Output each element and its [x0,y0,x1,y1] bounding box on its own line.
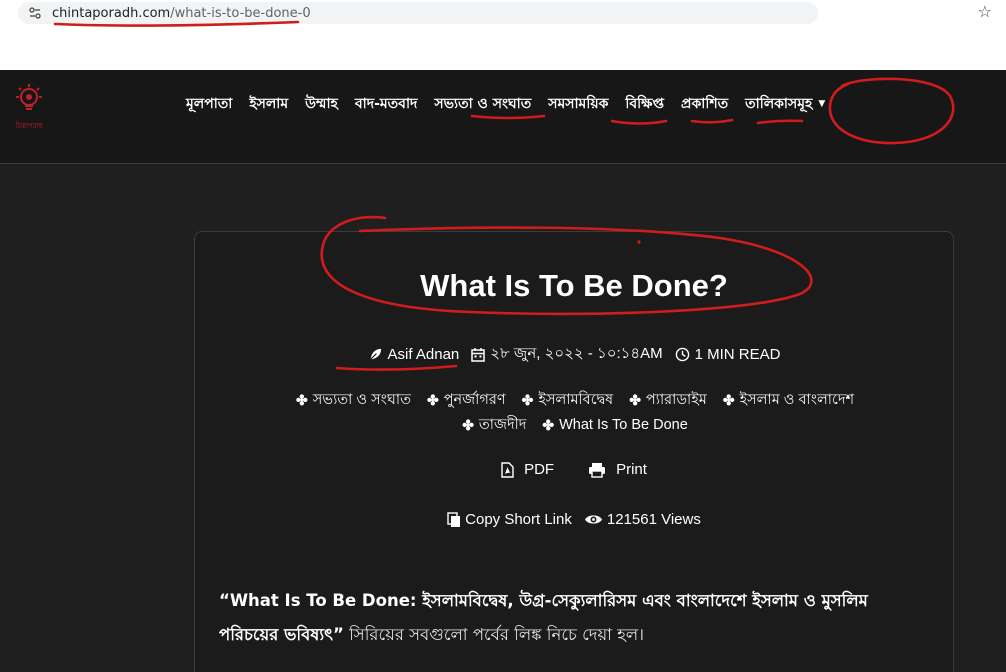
article-title: What Is To Be Done? [420,268,728,303]
logo-text: চিন্তাপরাধ [15,122,43,130]
article-meta: Asif Adnan ২৮ জুন, ২০২২ - ১০:১৪AM 1 MIN … [195,342,953,367]
address-bar[interactable]: chintaporadh.com/what-is-to-be-done-0 [18,2,818,24]
tag-label: ইসলাম ও বাংলাদেশ [739,392,855,408]
tag-link[interactable]: ✤ সভ্যতা ও সংঘাত [296,388,411,412]
excerpt-text: সিরিয়ের সবগুলো পর্বের লিঙ্ক নিচে দেয়া … [343,625,645,644]
nav-item-published[interactable]: প্রকাশিত [681,92,728,116]
lightbulb-logo-icon [16,84,42,110]
pdf-button[interactable]: PDF [501,461,554,478]
nav-item-ideologies[interactable]: বাদ-মতবাদ [355,92,418,116]
site-logo[interactable]: চিন্তাপরাধ [8,82,50,132]
pdf-label: PDF [524,461,555,478]
feather-icon [369,348,381,361]
eye-icon [584,515,602,524]
puzzle-icon: ✤ [629,392,641,408]
nav-item-contemporary[interactable]: সমসাময়িক [548,92,608,116]
nav-item-miscellaneous[interactable]: বিক্ষিপ্ত [625,92,664,116]
tag-label: সভ্যতা ও সংঘাত [312,392,411,408]
view-count: 121561 Views [584,511,701,528]
tag-label: ইসলামবিদ্বেষ [538,392,614,408]
site-info-icon[interactable] [18,6,52,20]
puzzle-icon: ✤ [542,417,555,433]
tag-link[interactable]: ✤ প্যারাডাইম [629,388,707,412]
views-text: 121561 Views [606,511,701,528]
print-label: Print [616,461,647,478]
print-button[interactable]: Print [588,461,647,478]
copy-icon [447,511,461,527]
date-text: ২৮ জুন, ২০২২ - ১০:১৪AM [490,345,663,362]
tag-label: পুনর্জাগরণ [443,392,506,408]
puzzle-icon: ✤ [426,392,439,408]
url-text: chintaporadh.com/what-is-to-be-done-0 [52,6,311,21]
read-time: 1 MIN READ [675,346,781,363]
tag-link[interactable]: ✤ তাজদীদ [462,413,526,437]
tag-label: প্যারাডাইম [645,392,707,408]
nav-item-islam[interactable]: ইসলাম [249,92,288,116]
tag-link[interactable]: ✤ ইসলামবিদ্বেষ [522,388,614,412]
article-card: What Is To Be Done? Asif Adnan ২৮ জুন, ২… [194,231,954,672]
calendar-icon [471,348,486,362]
browser-chrome: chintaporadh.com/what-is-to-be-done-0 ☆ [0,0,1006,70]
article-actions: PDF Print [195,461,953,478]
printer-icon [589,462,606,478]
copy-short-link-button[interactable]: Copy Short Link [447,511,572,528]
article-excerpt: “What Is To Be Done: ইসলামবিদ্বেষ, উগ্র-… [219,584,931,652]
puzzle-icon: ✤ [462,417,474,433]
tag-label: তাজদীদ [478,417,527,433]
caret-down-icon: ▼ [818,99,826,109]
tag-link[interactable]: ✤ পুনর্জাগরণ [427,388,506,412]
tag-link[interactable]: ✤ What Is To Be Done [542,413,687,437]
tag-label: What Is To Be Done [559,417,688,433]
article-stats: Copy Short Link 121561 Views [195,511,953,528]
url-domain: chintaporadh.com [52,5,171,21]
publish-date: ২৮ জুন, ২০২২ - ১০:১৪AM [471,342,663,367]
tag-list: ✤ সভ্যতা ও সংঘাত ✤ পুনর্জাগরণ ✤ ইসলামবিদ্বেষ ✤… [235,388,915,438]
url-path: /what-is-to-be-done-0 [170,5,311,21]
puzzle-icon: ✤ [722,392,735,408]
author-name: Asif Adnan [387,346,460,363]
puzzle-icon: ✤ [521,392,534,408]
site-header: চিন্তাপরাধ মূলপাতা ইসলাম উম্মাহ বাদ-মতবা… [0,70,1006,164]
read-time-text: 1 MIN READ [694,346,781,363]
nav-item-home[interactable]: মূলপাতা [186,92,232,116]
nav-item-civilization[interactable]: সভ্যতা ও সংঘাত [434,92,531,116]
nav-item-ummah[interactable]: উম্মাহ [305,92,338,116]
nav-item-lists-label: তালিকাসমূহ [745,96,813,112]
nav-item-lists-dropdown[interactable]: তালিকাসমূহ ▼ [745,92,825,116]
pdf-file-icon [501,461,514,478]
tag-link[interactable]: ✤ ইসলাম ও বাংলাদেশ [723,388,854,412]
puzzle-icon: ✤ [295,392,308,408]
copy-short-link-label: Copy Short Link [465,511,572,528]
clock-icon [675,347,689,362]
main-nav: মূলপাতা ইসলাম উম্মাহ বাদ-মতবাদ সভ্যতা ও … [186,92,842,116]
bookmark-star-icon[interactable]: ☆ [978,2,992,21]
author-link[interactable]: Asif Adnan [368,346,460,363]
